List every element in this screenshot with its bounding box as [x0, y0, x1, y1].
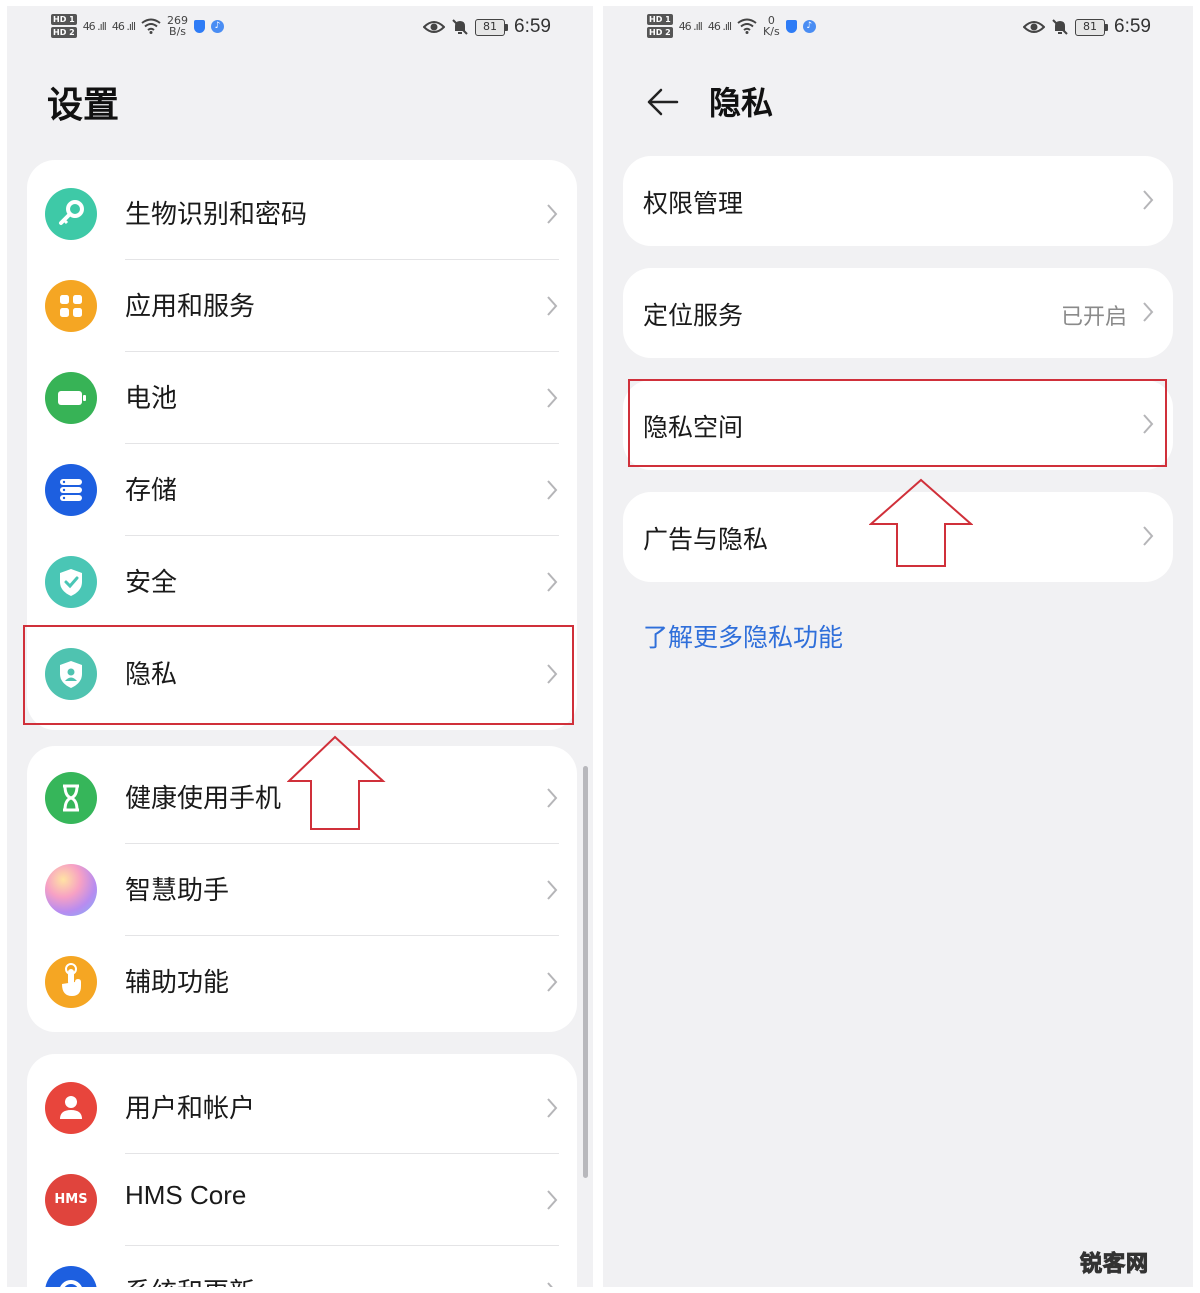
- settings-item-label: 辅助功能: [125, 968, 230, 998]
- chevron-right-icon: [547, 1098, 558, 1118]
- page-title: 隐私: [709, 84, 774, 122]
- hourglass-icon: [45, 772, 97, 824]
- privacy-item-permissions[interactable]: 权限管理: [623, 156, 1173, 246]
- settings-item-label: 电池: [125, 384, 178, 414]
- chevron-right-icon: [547, 1190, 558, 1210]
- hd-voice-2-icon: HD 2: [647, 27, 673, 38]
- watermark-logo: 锐客网: [1079, 1252, 1150, 1278]
- mute-bell-icon: [1052, 19, 1068, 35]
- user-icon: [45, 1082, 97, 1134]
- signal-2-icon: 46 .ıll: [111, 19, 136, 33]
- settings-item-label: 系统和更新: [125, 1272, 255, 1287]
- hd-voice-1-icon: HD 1: [51, 14, 77, 25]
- settings-item-storage[interactable]: 存储: [27, 444, 577, 536]
- up-arrow-annotation-icon: [287, 735, 386, 830]
- shield-check-icon: [45, 556, 97, 608]
- hand-pointer-icon: [45, 956, 97, 1008]
- settings-item-label: 存储: [125, 476, 178, 506]
- settings-item-accounts[interactable]: 用户和帐户: [27, 1062, 577, 1154]
- privacy-highlight-box: [23, 625, 574, 725]
- signal-1-icon: 46 .ıll: [82, 19, 107, 33]
- signal-1-icon: 46 .ıll: [678, 19, 703, 33]
- settings-item-label: 健康使用手机: [125, 784, 282, 814]
- privacy-item-location[interactable]: 定位服务 已开启: [623, 268, 1173, 358]
- clock: 6:59: [514, 16, 551, 37]
- settings-item-label: 用户和帐户: [125, 1094, 256, 1124]
- scrollbar-thumb[interactable]: [583, 766, 588, 1178]
- settings-item-label: 应用和服务: [125, 292, 256, 322]
- learn-more-privacy-link[interactable]: 了解更多隐私功能: [643, 618, 843, 654]
- chevron-right-icon: [547, 480, 558, 500]
- hd-voice-1-icon: HD 1: [647, 14, 673, 25]
- network-rate: 269 B/s: [167, 14, 189, 38]
- chevron-right-icon: [547, 296, 558, 316]
- key-icon: [45, 188, 97, 240]
- chevron-right-icon: [547, 972, 558, 992]
- eye-comfort-icon: [1023, 21, 1046, 33]
- settings-screen: HD 1 HD 2 46 .ıll 46 .ıll 269 B/s ♪ 81 6…: [7, 6, 593, 1287]
- settings-item-label: 生物识别和密码: [125, 200, 308, 230]
- location-status-value: 已开启: [1060, 305, 1127, 330]
- hms-icon: HMS: [45, 1174, 97, 1226]
- signal-2-icon: 46 .ıll: [707, 19, 732, 33]
- clock: 6:59: [1114, 16, 1151, 37]
- system-gear-icon: [45, 1266, 97, 1287]
- settings-group-3: 用户和帐户 HMS HMS Core 系统和更新: [27, 1054, 577, 1287]
- battery-icon: [45, 372, 97, 424]
- eye-comfort-icon: [423, 21, 446, 33]
- hd-voice-2-icon: HD 2: [51, 27, 77, 38]
- settings-item-biometrics[interactable]: 生物识别和密码: [27, 168, 577, 260]
- settings-item-label: HMS Core: [125, 1180, 247, 1210]
- assistant-orb-icon: [45, 864, 97, 916]
- status-bar: HD 1 HD 2 46 .ıll 46 .ıll 0 K/s ♪ 81 6:5…: [603, 6, 1193, 52]
- music-app-icon: ♪: [211, 19, 225, 33]
- chevron-right-icon: [1143, 302, 1154, 322]
- chevron-right-icon: [547, 788, 558, 808]
- privacy-item-label: 广告与隐私: [643, 525, 769, 554]
- battery-status-icon: 81: [1075, 18, 1109, 36]
- private-space-highlight-box: [628, 379, 1167, 467]
- settings-item-label: 智慧助手: [125, 876, 230, 906]
- wifi-icon: [737, 18, 757, 34]
- wifi-icon: [141, 18, 161, 34]
- mute-bell-icon: [452, 19, 468, 35]
- settings-item-system[interactable]: 系统和更新: [27, 1246, 577, 1287]
- back-arrow-icon[interactable]: [643, 82, 683, 122]
- chevron-right-icon: [547, 388, 558, 408]
- chevron-right-icon: [547, 572, 558, 592]
- privacy-screen: HD 1 HD 2 46 .ıll 46 .ıll 0 K/s ♪ 81 6:5…: [603, 6, 1193, 1287]
- settings-item-accessibility[interactable]: 辅助功能: [27, 936, 577, 1028]
- settings-item-assistant[interactable]: 智慧助手: [27, 844, 577, 936]
- chevron-right-icon: [547, 880, 558, 900]
- music-app-icon: ♪: [802, 19, 816, 33]
- security-shield-icon: [785, 19, 797, 33]
- chevron-right-icon: [547, 1282, 553, 1287]
- security-shield-icon: [194, 19, 206, 33]
- chevron-right-icon: [547, 204, 558, 224]
- privacy-item-label: 定位服务: [643, 301, 744, 330]
- settings-item-apps[interactable]: 应用和服务: [27, 260, 577, 352]
- status-bar: HD 1 HD 2 46 .ıll 46 .ıll 269 B/s ♪ 81 6…: [7, 6, 593, 52]
- network-rate: 0 K/s: [763, 14, 780, 38]
- settings-item-security[interactable]: 安全: [27, 536, 577, 628]
- page-title: 设置: [47, 85, 120, 126]
- apps-grid-icon: [45, 280, 97, 332]
- chevron-right-icon: [1143, 190, 1154, 210]
- storage-icon: [45, 464, 97, 516]
- privacy-item-label: 权限管理: [643, 189, 744, 218]
- battery-status-icon: 81: [475, 18, 509, 36]
- settings-item-label: 安全: [125, 568, 178, 598]
- settings-item-battery[interactable]: 电池: [27, 352, 577, 444]
- up-arrow-annotation-icon: [869, 478, 973, 567]
- chevron-right-icon: [1143, 526, 1154, 546]
- settings-item-hms-core[interactable]: HMS HMS Core: [27, 1154, 577, 1246]
